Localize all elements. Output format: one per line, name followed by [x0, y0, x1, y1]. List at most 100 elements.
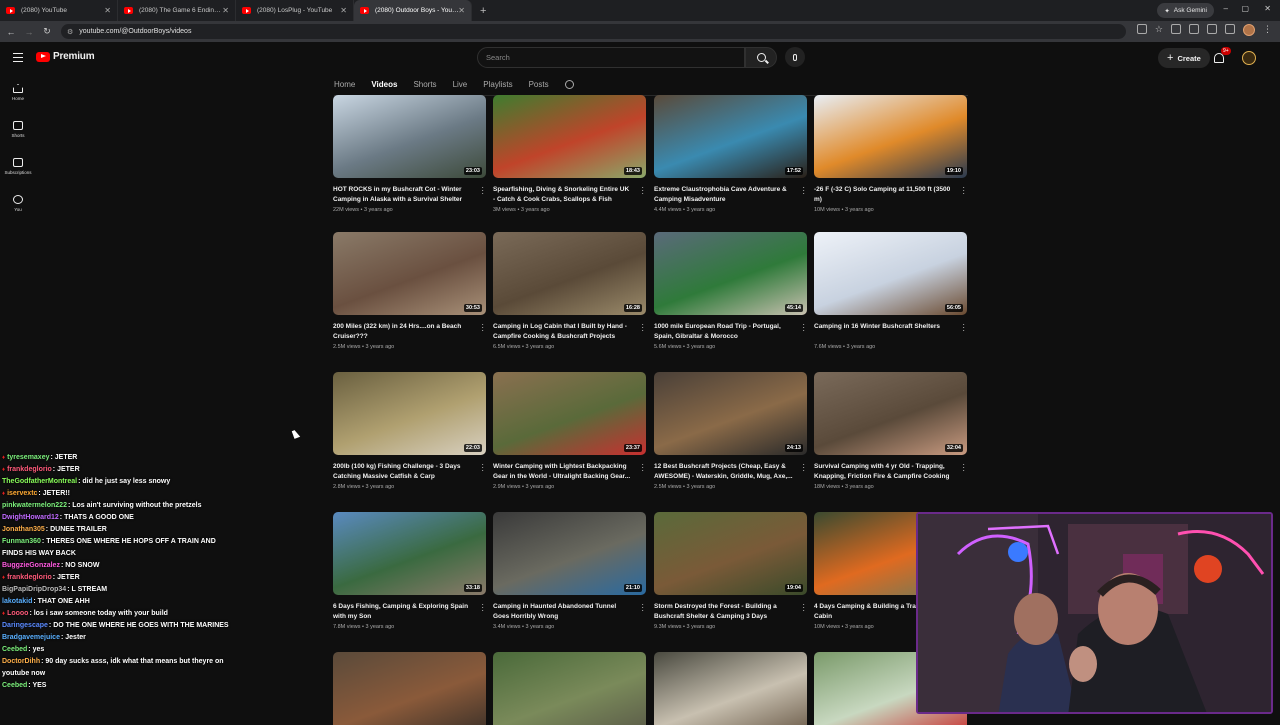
browser-tab[interactable]: (2080) YouTube ✕ [0, 0, 118, 21]
hamburger-menu-icon[interactable] [13, 53, 23, 65]
create-button[interactable]: + Create [1158, 48, 1210, 68]
video-title[interactable]: HOT ROCKS in my Bushcraft Cot - Winter C… [333, 185, 473, 204]
video-more-icon[interactable]: ··· [641, 321, 644, 335]
bookmark-star-icon[interactable]: ☆ [1155, 24, 1163, 36]
video-more-icon[interactable]: ··· [802, 461, 805, 475]
video-title[interactable]: Extreme Claustrophobia Cave Adventure & … [654, 185, 794, 204]
video-thumbnail[interactable] [493, 652, 646, 725]
search-input[interactable]: Search [477, 47, 745, 68]
video-thumbnail[interactable]: 21:10 [493, 512, 646, 595]
video-more-icon[interactable]: ··· [641, 461, 644, 475]
video-thumbnail[interactable]: 17:52 [654, 95, 807, 178]
video-card[interactable]: 16:28 Camping in Log Cabin that I Built b… [493, 232, 646, 350]
video-card[interactable]: 56:05 Camping in 16 Winter Bushcraft Shel… [814, 232, 967, 350]
close-tab-icon[interactable]: ✕ [340, 6, 347, 15]
ask-gemini-button[interactable]: ✦ Ask Gemini [1157, 3, 1214, 18]
chat-username[interactable]: tyresemaxey [7, 454, 49, 461]
chat-username[interactable]: Bradgavemejuice [2, 634, 60, 641]
guide-item-home[interactable]: Home [0, 74, 36, 111]
browser-tab[interactable]: (2080) Outdoor Boys - YouTube ✕ [354, 0, 472, 21]
video-card[interactable]: 33:18 6 Days Fishing, Camping & Exploring… [333, 512, 486, 630]
tab-home[interactable]: Home [334, 80, 355, 89]
video-more-icon[interactable]: ··· [962, 184, 965, 198]
video-more-icon[interactable]: ··· [802, 601, 805, 615]
video-card[interactable]: 30:53 200 Miles (322 km) in 24 Hrs....on … [333, 232, 486, 350]
video-more-icon[interactable]: ··· [802, 321, 805, 335]
video-card[interactable]: 24:13 12 Best Bushcraft Projects (Cheap, … [654, 372, 807, 490]
video-thumbnail[interactable]: 19:04 [654, 512, 807, 595]
chat-username[interactable]: lakotakid [2, 598, 32, 605]
video-more-icon[interactable]: ··· [481, 461, 484, 475]
account-avatar[interactable] [1242, 51, 1256, 65]
youtube-premium-logo[interactable]: Premium [36, 51, 95, 62]
video-card[interactable]: 22:03 200lb (100 kg) Fishing Challenge - … [333, 372, 486, 490]
back-icon[interactable]: ← [4, 27, 18, 37]
chat-username[interactable]: Ceebed [2, 682, 27, 689]
guide-item-shorts[interactable]: Shorts [0, 111, 36, 148]
video-card[interactable]: 45:14 1000 mile European Road Trip - Port… [654, 232, 807, 350]
chat-username[interactable]: BigPapiDripDrop34 [2, 586, 66, 593]
video-more-icon[interactable]: ··· [802, 184, 805, 198]
browser-tab[interactable]: (2080) The Game 6 Ending No...✕ [118, 0, 236, 21]
video-thumbnail[interactable] [654, 652, 807, 725]
browser-tab[interactable]: (2080) LosPlug - YouTube ✕ [236, 0, 354, 21]
video-title[interactable]: 1000 mile European Road Trip - Portugal,… [654, 322, 794, 341]
video-thumbnail[interactable]: 30:53 [333, 232, 486, 315]
video-card[interactable]: 23:37 Winter Camping with Lightest Backpa… [493, 372, 646, 490]
chat-username[interactable]: DwightHoward12 [2, 514, 59, 521]
install-app-icon[interactable] [1136, 24, 1147, 34]
chat-username[interactable]: Ceebed [2, 646, 27, 653]
video-thumbnail[interactable]: 56:05 [814, 232, 967, 315]
video-title[interactable]: Survival Camping with 4 yr Old - Trappin… [814, 462, 954, 481]
video-thumbnail[interactable] [333, 652, 486, 725]
video-card[interactable]: 23:03 HOT ROCKS in my Bushcraft Cot - Win… [333, 95, 486, 213]
video-thumbnail[interactable]: 23:03 [333, 95, 486, 178]
extensions-puzzle-icon[interactable] [1189, 24, 1199, 34]
new-tab-button[interactable]: + [480, 5, 486, 17]
video-card[interactable]: 17:52 Extreme Claustrophobia Cave Adventu… [654, 95, 807, 213]
close-window-icon[interactable]: ✕ [1264, 4, 1271, 13]
video-more-icon[interactable]: ··· [641, 184, 644, 198]
chat-username[interactable]: Funman360 [2, 538, 41, 545]
chat-username[interactable]: frankdeglorio [7, 574, 52, 581]
video-thumbnail[interactable]: 18:43 [493, 95, 646, 178]
chat-username[interactable]: pinkwatermelon222 [2, 502, 67, 509]
forward-icon[interactable]: → [22, 27, 36, 37]
video-title[interactable]: 12 Best Bushcraft Projects (Cheap, Easy … [654, 462, 794, 481]
video-thumbnail[interactable]: 24:13 [654, 372, 807, 455]
split-view-icon[interactable] [1207, 24, 1217, 34]
site-info-icon[interactable]: ⚙ [67, 28, 73, 36]
tab-live[interactable]: Live [453, 80, 468, 89]
video-thumbnail[interactable]: 33:18 [333, 512, 486, 595]
video-more-icon[interactable]: ··· [962, 321, 965, 335]
video-title[interactable]: Camping in Log Cabin that I Built by Han… [493, 322, 633, 341]
chat-username[interactable]: Daringescape [2, 622, 48, 629]
video-title[interactable]: 200lb (100 kg) Fishing Challenge - 3 Day… [333, 462, 473, 481]
chat-username[interactable]: TheGodfatherMontreal [2, 478, 77, 485]
chat-username[interactable]: iservextc [7, 490, 37, 497]
video-card[interactable]: 19:04 Storm Destroyed the Forest - Buildi… [654, 512, 807, 630]
video-more-icon[interactable]: ··· [481, 601, 484, 615]
download-icon[interactable] [1225, 24, 1235, 34]
reload-icon[interactable]: ↻ [40, 26, 54, 37]
channel-search-icon[interactable] [564, 80, 574, 89]
close-tab-icon[interactable]: ✕ [222, 6, 229, 15]
video-title[interactable]: Winter Camping with Lightest Backpacking… [493, 462, 633, 481]
video-card[interactable]: 32:04 Survival Camping with 4 yr Old - Tr… [814, 372, 967, 490]
chat-username[interactable]: Loooo [7, 610, 28, 617]
url-field[interactable]: ⚙ youtube.com/@OutdoorBoys/videos [61, 24, 1126, 39]
browser-menu-icon[interactable]: ⋮ [1263, 24, 1272, 36]
tab-shorts[interactable]: Shorts [413, 80, 436, 89]
video-title[interactable]: Storm Destroyed the Forest - Building a … [654, 602, 794, 621]
chat-username[interactable]: Jonathan305 [2, 526, 45, 533]
video-card[interactable] [493, 652, 646, 725]
video-card[interactable] [333, 652, 486, 725]
maximize-icon[interactable]: ▢ [1241, 4, 1249, 13]
extension-icon[interactable] [1171, 24, 1181, 34]
video-more-icon[interactable]: ··· [641, 601, 644, 615]
video-card[interactable]: 21:10 Camping in Haunted Abandoned Tunnel… [493, 512, 646, 630]
tab-playlists[interactable]: Playlists [483, 80, 512, 89]
guide-item-subscriptions[interactable]: Subscriptions [0, 148, 36, 185]
video-title[interactable]: Camping in Haunted Abandoned Tunnel Goes… [493, 602, 633, 621]
video-more-icon[interactable]: ··· [481, 321, 484, 335]
